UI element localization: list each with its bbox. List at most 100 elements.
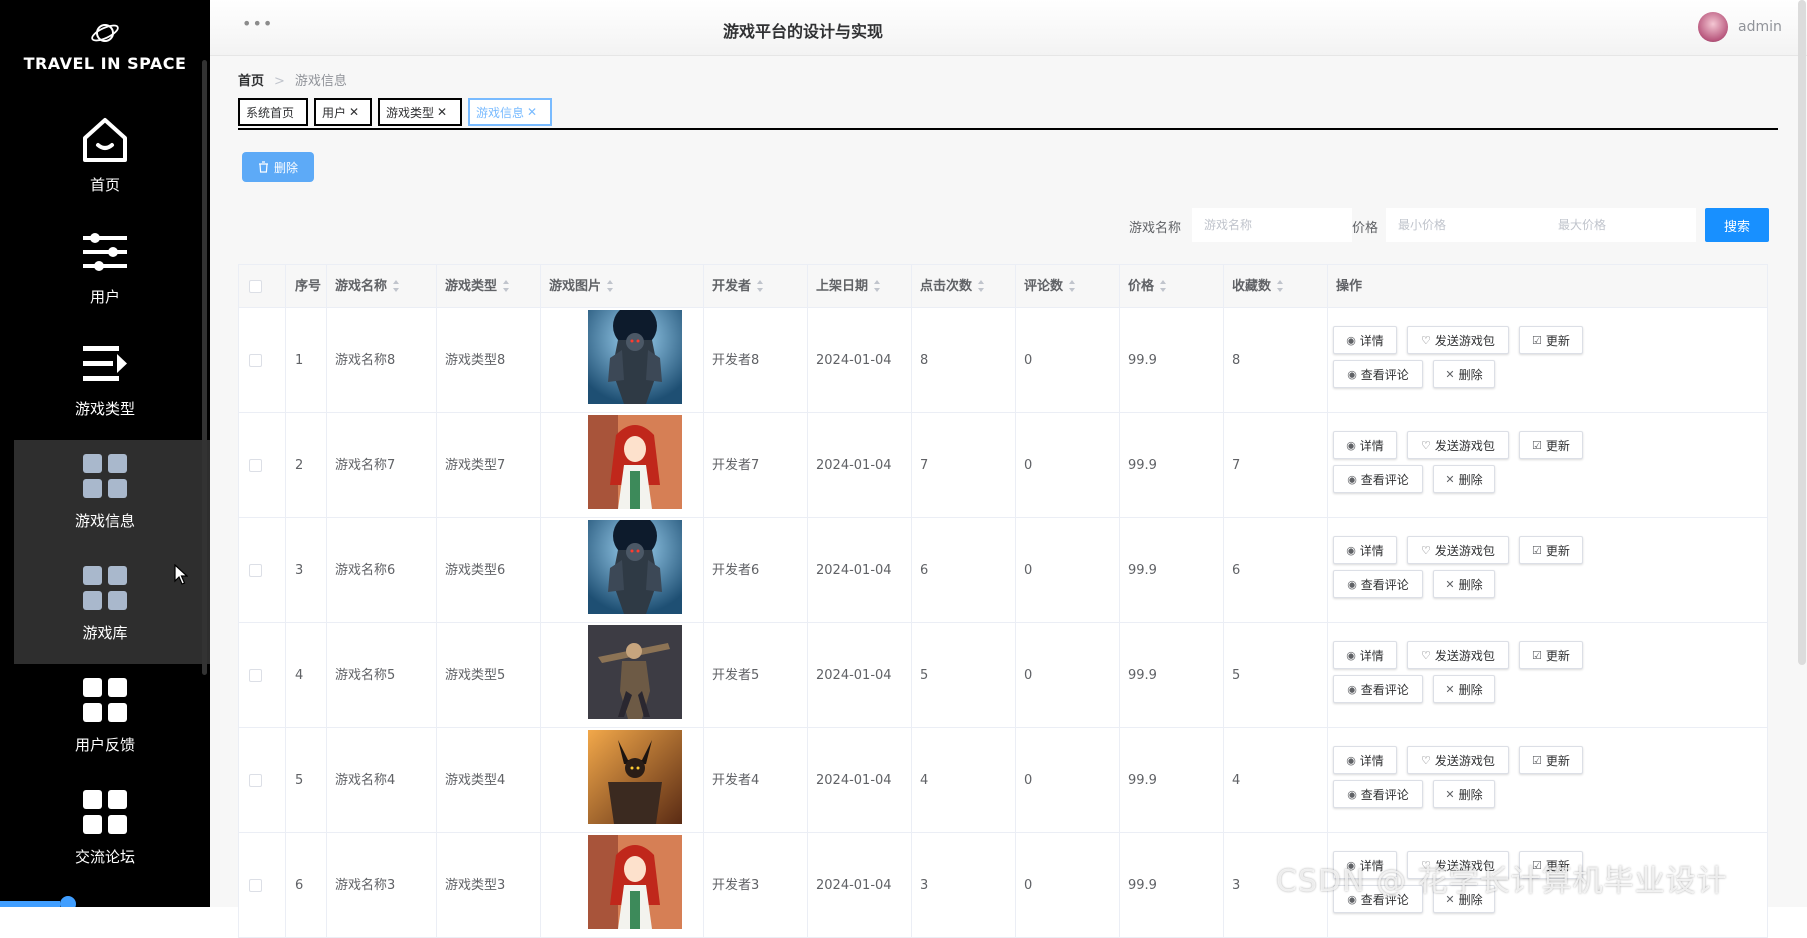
sidebar-progress bbox=[0, 901, 60, 907]
delete-button[interactable]: ✕ 删除 bbox=[1433, 570, 1495, 598]
eye-icon: ◉ bbox=[1346, 543, 1356, 557]
top-bar: ••• 游戏平台的设计与实现 admin bbox=[210, 0, 1807, 56]
update-button[interactable]: ☑ 更新 bbox=[1519, 326, 1583, 354]
send-package-button[interactable]: ♡ 发送游戏包 bbox=[1407, 326, 1509, 354]
tab-label: 游戏信息 bbox=[476, 105, 525, 120]
cell-clicks: 8 bbox=[920, 353, 929, 368]
max-price-input[interactable] bbox=[1546, 208, 1696, 242]
detail-button[interactable]: ◉ 详情 bbox=[1333, 746, 1397, 774]
column-header[interactable]: 点击次数 bbox=[920, 265, 985, 309]
delete-button[interactable]: ✕ 删除 bbox=[1433, 360, 1495, 388]
cell-favorites: 6 bbox=[1232, 563, 1241, 578]
cell-game-type: 游戏类型3 bbox=[445, 878, 506, 893]
update-button[interactable]: ☑ 更新 bbox=[1519, 641, 1583, 669]
cell-no: 4 bbox=[295, 668, 304, 683]
sidebar-scrollbar[interactable] bbox=[202, 60, 207, 675]
logo: TRAVEL IN SPACE bbox=[0, 18, 210, 73]
more-menu-icon[interactable]: ••• bbox=[242, 14, 273, 33]
heart-icon: ♡ bbox=[1421, 648, 1431, 662]
sidebar-item-home[interactable]: 首页 bbox=[0, 100, 210, 208]
column-header[interactable]: 收藏数 bbox=[1232, 265, 1284, 309]
game-image[interactable] bbox=[588, 835, 682, 929]
cell-clicks: 6 bbox=[920, 563, 929, 578]
cell-comment-count: 0 bbox=[1024, 878, 1033, 893]
sidebar-item-feedback[interactable]: 用户反馈 bbox=[0, 660, 210, 768]
delete-button[interactable]: ✕ 删除 bbox=[1433, 675, 1495, 703]
close-icon[interactable]: ✕ bbox=[527, 105, 537, 119]
game-image[interactable] bbox=[588, 730, 682, 824]
min-price-input[interactable] bbox=[1386, 208, 1546, 242]
sort-icon bbox=[607, 279, 614, 292]
sidebar-item-game-info[interactable]: 游戏信息 bbox=[0, 436, 210, 544]
cell-release-date: 2024-01-04 bbox=[816, 878, 892, 893]
sidebar-item-label: 游戏库 bbox=[82, 623, 128, 642]
game-image[interactable] bbox=[588, 520, 682, 614]
row-checkbox[interactable] bbox=[249, 459, 262, 472]
column-header[interactable]: 评论数 bbox=[1024, 265, 1076, 309]
price-label: 价格 bbox=[1352, 221, 1379, 236]
tab-label: 用户 bbox=[322, 105, 347, 120]
row-checkbox[interactable] bbox=[249, 354, 262, 367]
search-button[interactable]: 搜索 bbox=[1705, 208, 1769, 242]
row-checkbox[interactable] bbox=[249, 564, 262, 577]
game-image[interactable] bbox=[588, 625, 682, 719]
game-name-input[interactable] bbox=[1192, 208, 1352, 242]
table-row: 1 游戏名称8 游戏类型8 开发者8 2024-01-04 8 0 99.9 8 ◉ 详情 ♡ 发送游戏… bbox=[238, 308, 1768, 413]
select-all-checkbox[interactable] bbox=[249, 280, 262, 293]
close-icon[interactable]: ✕ bbox=[349, 105, 359, 119]
detail-button[interactable]: ◉ 详情 bbox=[1333, 326, 1397, 354]
avatar[interactable] bbox=[1698, 12, 1728, 42]
game-image[interactable] bbox=[588, 310, 682, 404]
view-comments-button[interactable]: ◉ 查看评论 bbox=[1333, 570, 1423, 598]
tab-users[interactable]: 用户 ✕ bbox=[314, 98, 372, 126]
bulk-delete-button[interactable]: 删除 bbox=[242, 152, 314, 182]
cell-clicks: 4 bbox=[920, 773, 929, 788]
breadcrumb-home[interactable]: 首页 bbox=[238, 74, 264, 89]
close-icon[interactable]: ✕ bbox=[437, 105, 447, 119]
user-name[interactable]: admin bbox=[1738, 19, 1782, 35]
column-header[interactable]: 价格 bbox=[1128, 265, 1167, 309]
cell-price: 99.9 bbox=[1128, 353, 1157, 368]
row-checkbox[interactable] bbox=[249, 774, 262, 787]
cell-no: 1 bbox=[295, 353, 304, 368]
row-checkbox[interactable] bbox=[249, 879, 262, 892]
page-scrollbar[interactable] bbox=[1798, 0, 1806, 665]
delete-button[interactable]: ✕ 删除 bbox=[1433, 780, 1495, 808]
tab-game-info[interactable]: 游戏信息 ✕ bbox=[468, 98, 552, 126]
sidebar-item-forum[interactable]: 交流论坛 bbox=[0, 772, 210, 880]
send-package-button[interactable]: ♡ 发送游戏包 bbox=[1407, 536, 1509, 564]
send-package-button[interactable]: ♡ 发送游戏包 bbox=[1407, 641, 1509, 669]
cell-release-date: 2024-01-04 bbox=[816, 458, 892, 473]
column-header[interactable]: 上架日期 bbox=[816, 265, 881, 309]
cell-developer: 开发者6 bbox=[712, 563, 760, 578]
detail-button[interactable]: ◉ 详情 bbox=[1333, 536, 1397, 564]
row-checkbox[interactable] bbox=[249, 669, 262, 682]
delete-button[interactable]: ✕ 删除 bbox=[1433, 465, 1495, 493]
sidebar-item-game-types[interactable]: 游戏类型 bbox=[0, 324, 210, 432]
cell-no: 2 bbox=[295, 458, 304, 473]
sliders-icon bbox=[83, 232, 127, 271]
tab-game-types[interactable]: 游戏类型 ✕ bbox=[378, 98, 462, 126]
view-comments-button[interactable]: ◉ 查看评论 bbox=[1333, 465, 1423, 493]
sidebar-item-label: 游戏信息 bbox=[74, 511, 135, 530]
column-header[interactable]: 游戏名称 bbox=[335, 265, 400, 309]
detail-button[interactable]: ◉ 详情 bbox=[1333, 641, 1397, 669]
update-button[interactable]: ☑ 更新 bbox=[1519, 536, 1583, 564]
send-package-button[interactable]: ♡ 发送游戏包 bbox=[1407, 746, 1509, 774]
view-comments-button[interactable]: ◉ 查看评论 bbox=[1333, 675, 1423, 703]
tab-system-home[interactable]: 系统首页 bbox=[238, 98, 308, 126]
column-header[interactable]: 游戏类型 bbox=[445, 265, 510, 309]
update-button[interactable]: ☑ 更新 bbox=[1519, 431, 1583, 459]
send-package-button[interactable]: ♡ 发送游戏包 bbox=[1407, 431, 1509, 459]
view-comments-button[interactable]: ◉ 查看评论 bbox=[1333, 360, 1423, 388]
sort-icon bbox=[1069, 279, 1076, 292]
sidebar-item-users[interactable]: 用户 bbox=[0, 212, 210, 320]
detail-button[interactable]: ◉ 详情 bbox=[1333, 431, 1397, 459]
mouse-cursor-icon bbox=[174, 564, 188, 585]
column-header[interactable]: 开发者 bbox=[712, 265, 764, 309]
game-image[interactable] bbox=[588, 415, 682, 509]
column-header[interactable]: 游戏图片 bbox=[549, 265, 614, 309]
update-button[interactable]: ☑ 更新 bbox=[1519, 746, 1583, 774]
view-comments-button[interactable]: ◉ 查看评论 bbox=[1333, 780, 1423, 808]
heart-icon: ♡ bbox=[1421, 543, 1431, 557]
